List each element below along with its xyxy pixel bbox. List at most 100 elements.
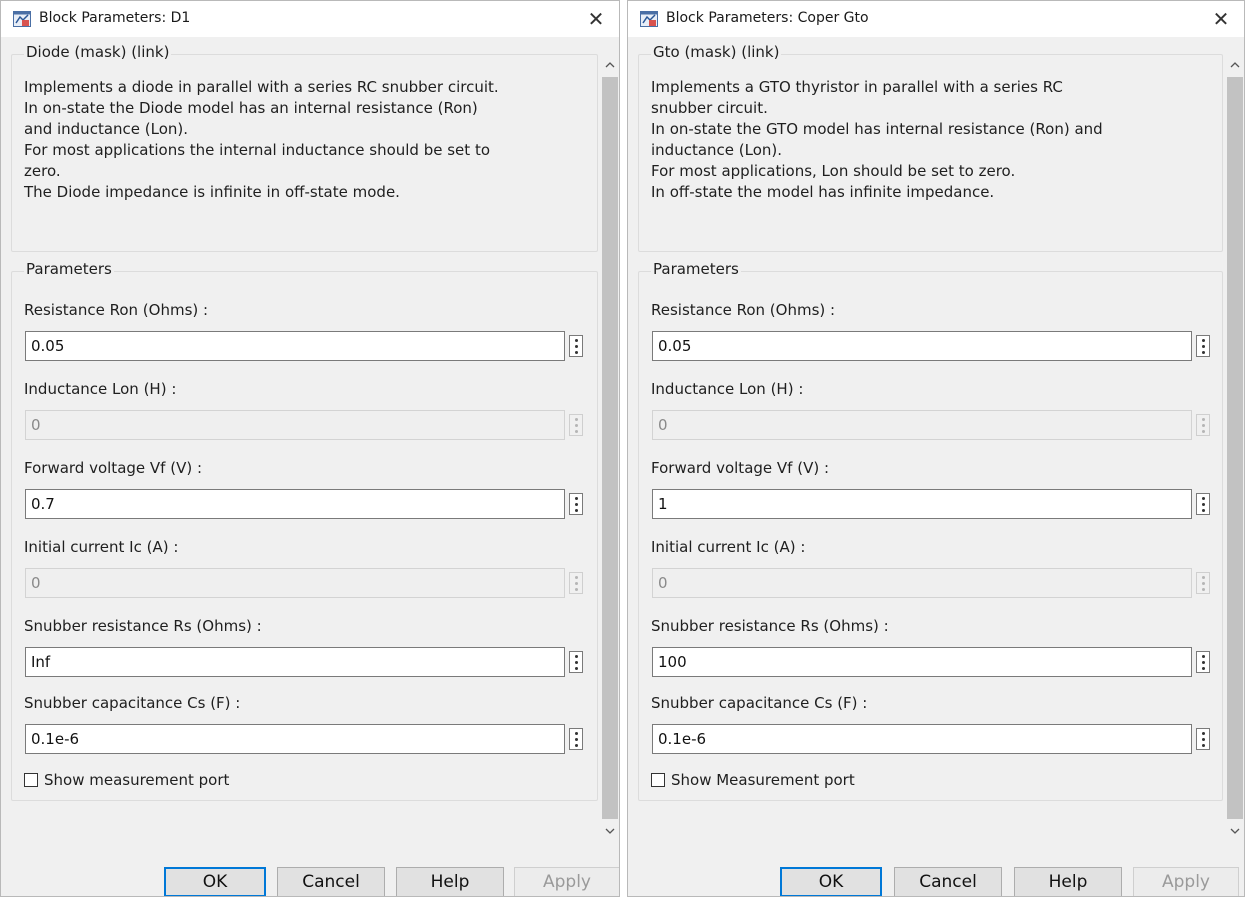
dialog-content: Gto (mask) (link) Implements a GTO thyri… [628, 37, 1225, 841]
vertical-scrollbar[interactable] [1225, 55, 1244, 841]
simulink-block-icon [13, 11, 31, 27]
description-line: The Diode impedance is infinite in off-s… [24, 183, 400, 201]
chevron-down-icon [1230, 828, 1239, 834]
forward-voltage-label: Forward voltage Vf (V) : [24, 459, 203, 477]
resistance-ron-input[interactable]: 0.05 [25, 331, 565, 361]
description-line: In on-state the GTO model has internal r… [651, 120, 1103, 138]
kebab-menu-icon[interactable] [1196, 728, 1210, 750]
description-line: For most applications the internal induc… [24, 141, 490, 159]
snubber-capacitance-input[interactable]: 0.1e-6 [25, 724, 565, 754]
scroll-down-button[interactable] [600, 821, 619, 841]
parameters-group: Parameters Resistance Ron (Ohms) : 0.05 … [11, 260, 598, 801]
scroll-thumb[interactable] [602, 77, 618, 819]
close-icon: ✕ [587, 7, 605, 31]
initial-current-label: Initial current Ic (A) : [24, 538, 179, 556]
help-button[interactable]: Help [396, 867, 504, 896]
resistance-ron-input[interactable]: 0.05 [652, 331, 1192, 361]
checkbox-box[interactable] [651, 773, 665, 787]
kebab-menu-icon [569, 414, 583, 436]
ok-button[interactable]: OK [164, 867, 266, 896]
initial-current-input: 0 [25, 568, 565, 598]
ok-button[interactable]: OK [780, 867, 882, 896]
kebab-menu-icon [1196, 572, 1210, 594]
kebab-menu-icon[interactable] [569, 728, 583, 750]
kebab-menu-icon [1196, 414, 1210, 436]
checkbox-label: Show measurement port [44, 771, 230, 789]
show-measurement-port-checkbox[interactable]: Show measurement port [24, 771, 229, 789]
close-button[interactable]: ✕ [573, 1, 619, 37]
description-line: For most applications, Lon should be set… [651, 162, 1016, 180]
snubber-resistance-input[interactable]: 100 [652, 647, 1192, 677]
cancel-button[interactable]: Cancel [277, 867, 385, 896]
dialog-buttons: OK Cancel Help Apply [628, 841, 1244, 896]
description-line: inductance (Lon). [651, 141, 783, 159]
dialog-buttons: OK Cancel Help Apply [1, 841, 619, 896]
block-parameters-dialog-coper-gto: Block Parameters: Coper Gto ✕ Gto (mask)… [627, 0, 1245, 897]
mask-description: Implements a diode in parallel with a se… [24, 77, 593, 203]
description-line: zero. [24, 162, 61, 180]
inductance-lon-input: 0 [25, 410, 565, 440]
forward-voltage-input[interactable]: 0.7 [25, 489, 565, 519]
mask-description-group: Gto (mask) (link) Implements a GTO thyri… [638, 43, 1223, 252]
resistance-ron-label: Resistance Ron (Ohms) : [24, 301, 209, 319]
vertical-scrollbar[interactable] [600, 55, 619, 841]
mask-title: Gto (mask) (link) [651, 43, 782, 61]
close-icon: ✕ [1212, 7, 1230, 31]
snubber-capacitance-label: Snubber capacitance Cs (F) : [24, 694, 241, 712]
scroll-thumb[interactable] [1227, 77, 1243, 819]
description-line: Implements a diode in parallel with a se… [24, 78, 499, 96]
dialog-content: Diode (mask) (link) Implements a diode i… [1, 37, 600, 841]
parameters-title: Parameters [24, 260, 114, 278]
close-button[interactable]: ✕ [1198, 1, 1244, 37]
cancel-button[interactable]: Cancel [894, 867, 1002, 896]
kebab-menu-icon[interactable] [1196, 493, 1210, 515]
window-title: Block Parameters: D1 [39, 10, 191, 26]
description-line: Implements a GTO thyristor in parallel w… [651, 78, 1063, 96]
apply-button: Apply [514, 867, 619, 896]
parameters-group: Parameters Resistance Ron (Ohms) : 0.05 … [638, 260, 1223, 801]
snubber-resistance-label: Snubber resistance Rs (Ohms) : [651, 617, 889, 635]
inductance-lon-label: Inductance Lon (H) : [651, 380, 804, 398]
block-parameters-dialog-d1: Block Parameters: D1 ✕ Diode (mask) (lin… [0, 0, 620, 897]
chevron-up-icon [605, 62, 614, 68]
initial-current-label: Initial current Ic (A) : [651, 538, 806, 556]
inductance-lon-label: Inductance Lon (H) : [24, 380, 177, 398]
description-line: and inductance (Lon). [24, 120, 189, 138]
initial-current-input: 0 [652, 568, 1192, 598]
scroll-down-button[interactable] [1225, 821, 1244, 841]
kebab-menu-icon[interactable] [569, 651, 583, 673]
checkbox-label: Show Measurement port [671, 771, 855, 789]
title-bar: Block Parameters: D1 ✕ [1, 1, 619, 37]
checkbox-box[interactable] [24, 773, 38, 787]
forward-voltage-input[interactable]: 1 [652, 489, 1192, 519]
kebab-menu-icon[interactable] [569, 335, 583, 357]
show-measurement-port-checkbox[interactable]: Show Measurement port [651, 771, 855, 789]
snubber-resistance-input[interactable]: Inf [25, 647, 565, 677]
scroll-up-button[interactable] [600, 55, 619, 75]
mask-description-group: Diode (mask) (link) Implements a diode i… [11, 43, 598, 252]
inductance-lon-input: 0 [652, 410, 1192, 440]
simulink-block-icon [640, 11, 658, 27]
forward-voltage-label: Forward voltage Vf (V) : [651, 459, 830, 477]
kebab-menu-icon[interactable] [1196, 335, 1210, 357]
kebab-menu-icon [569, 572, 583, 594]
help-button[interactable]: Help [1014, 867, 1122, 896]
apply-button: Apply [1133, 867, 1239, 896]
description-line: snubber circuit. [651, 99, 768, 117]
description-line: In off-state the model has infinite impe… [651, 183, 995, 201]
kebab-menu-icon[interactable] [569, 493, 583, 515]
snubber-capacitance-label: Snubber capacitance Cs (F) : [651, 694, 868, 712]
parameters-title: Parameters [651, 260, 741, 278]
window-title: Block Parameters: Coper Gto [666, 10, 869, 26]
resistance-ron-label: Resistance Ron (Ohms) : [651, 301, 836, 319]
description-line: In on-state the Diode model has an inter… [24, 99, 478, 117]
kebab-menu-icon[interactable] [1196, 651, 1210, 673]
title-bar: Block Parameters: Coper Gto ✕ [628, 1, 1244, 37]
snubber-capacitance-input[interactable]: 0.1e-6 [652, 724, 1192, 754]
mask-description: Implements a GTO thyristor in parallel w… [651, 77, 1218, 203]
mask-title: Diode (mask) (link) [24, 43, 172, 61]
chevron-up-icon [1230, 62, 1239, 68]
scroll-up-button[interactable] [1225, 55, 1244, 75]
snubber-resistance-label: Snubber resistance Rs (Ohms) : [24, 617, 262, 635]
chevron-down-icon [605, 828, 614, 834]
